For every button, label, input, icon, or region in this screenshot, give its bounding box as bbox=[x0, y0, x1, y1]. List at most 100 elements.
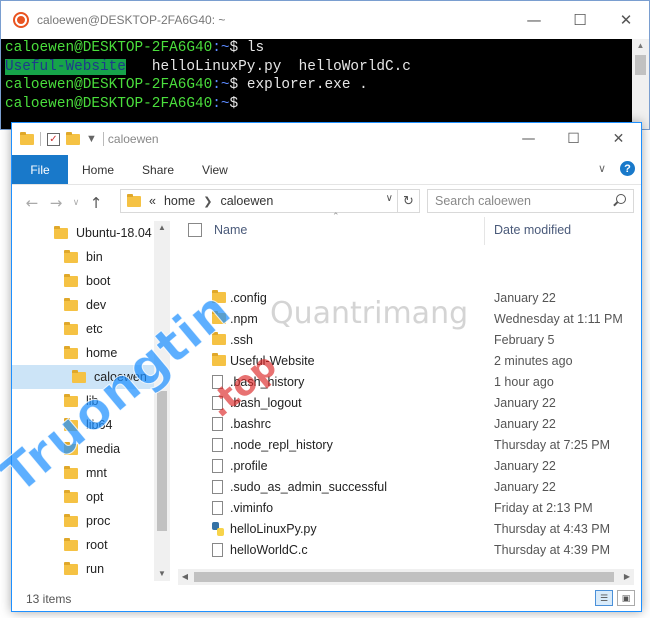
expand-ribbon-icon[interactable]: ∨ bbox=[598, 162, 606, 175]
help-icon[interactable]: ? bbox=[620, 161, 635, 176]
nav-item-mnt[interactable]: mnt bbox=[12, 461, 154, 485]
file-row[interactable]: .bash_history 1 hour ago bbox=[178, 371, 634, 392]
file-name: Useful-Website bbox=[230, 353, 315, 368]
column-header: ⌃ Name Date modified bbox=[178, 211, 634, 247]
tab-view[interactable]: View bbox=[188, 155, 242, 184]
refresh-icon[interactable]: ↻ bbox=[397, 190, 419, 212]
nav-item-run[interactable]: run bbox=[12, 557, 154, 581]
properties-icon[interactable]: ✓ bbox=[47, 132, 60, 146]
scroll-down-icon[interactable]: ▼ bbox=[154, 567, 170, 581]
file-row[interactable]: .npm Wednesday at 1:11 PM bbox=[178, 308, 634, 329]
file-row[interactable]: .profile January 22 bbox=[178, 455, 634, 476]
nav-item-root[interactable]: root bbox=[12, 533, 154, 557]
close-button[interactable]: ✕ bbox=[603, 1, 649, 39]
folder-icon bbox=[54, 225, 68, 239]
search-input[interactable]: Search caloewen bbox=[427, 189, 634, 213]
explorer-window[interactable]: ✓ ▼ caloewen — ☐ ✕ File Home Share View … bbox=[11, 122, 642, 612]
nav-item-lib[interactable]: lib bbox=[12, 389, 154, 413]
recent-locations-icon[interactable]: ∨ bbox=[68, 198, 84, 208]
nav-item-ubuntu[interactable]: Ubuntu-18.04 bbox=[12, 221, 154, 245]
up-icon[interactable]: ↑ bbox=[84, 194, 108, 212]
nav-item-media[interactable]: media bbox=[12, 437, 154, 461]
column-date-modified[interactable]: Date modified bbox=[494, 223, 571, 237]
terminal-line: caloewen@DESKTOP-2FA6G40:~$ explorer.exe… bbox=[5, 76, 645, 95]
file-row[interactable]: .viminfo Friday at 2:13 PM bbox=[178, 497, 634, 518]
scroll-thumb[interactable] bbox=[635, 55, 646, 75]
terminal-output[interactable]: caloewen@DESKTOP-2FA6G40:~$ ls Useful-We… bbox=[1, 39, 649, 113]
scroll-up-icon[interactable]: ▲ bbox=[154, 221, 170, 235]
terminal-scrollbar[interactable]: ▲ bbox=[632, 39, 649, 129]
ubuntu-icon bbox=[13, 12, 29, 28]
address-bar[interactable]: « home ❯ caloewen ∨ ↻ bbox=[120, 189, 420, 213]
nav-item-label: home bbox=[86, 346, 118, 360]
nav-item-boot[interactable]: boot bbox=[12, 269, 154, 293]
file-name: .config bbox=[230, 290, 267, 305]
navigation-pane[interactable]: Ubuntu-18.04 bin boot dev etc home caloe… bbox=[12, 221, 170, 581]
breadcrumb-item[interactable]: caloewen bbox=[220, 194, 273, 208]
prompt-char: $ bbox=[229, 77, 239, 93]
scroll-thumb[interactable] bbox=[194, 572, 614, 582]
nav-item-bin[interactable]: bin bbox=[12, 245, 154, 269]
minimize-button[interactable]: — bbox=[506, 123, 551, 155]
scroll-left-icon[interactable]: ◀ bbox=[178, 569, 192, 585]
back-icon[interactable]: ← bbox=[20, 194, 44, 212]
file-icon bbox=[212, 416, 223, 431]
file-row[interactable]: .bash_logout January 22 bbox=[178, 392, 634, 413]
prompt-path: :~ bbox=[212, 40, 230, 56]
forward-icon[interactable]: → bbox=[44, 194, 68, 212]
minimize-button[interactable]: — bbox=[511, 1, 557, 39]
file-icon bbox=[212, 437, 223, 452]
nav-item-proc[interactable]: proc bbox=[12, 509, 154, 533]
search-icon[interactable] bbox=[616, 194, 626, 204]
nav-item-opt[interactable]: opt bbox=[12, 485, 154, 509]
horizontal-scrollbar[interactable]: ◀ ▶ bbox=[178, 569, 634, 585]
scroll-up-icon[interactable]: ▲ bbox=[632, 39, 649, 53]
terminal-titlebar[interactable]: caloewen@DESKTOP-2FA6G40: ~ — ☐ ✕ bbox=[1, 1, 649, 39]
file-row[interactable]: .node_repl_history Thursday at 7:25 PM bbox=[178, 434, 634, 455]
nav-item-lib64[interactable]: lib64 bbox=[12, 413, 154, 437]
terminal-line: caloewen@DESKTOP-2FA6G40:~$ bbox=[5, 95, 645, 114]
folder-icon bbox=[212, 290, 226, 303]
nav-item-etc[interactable]: etc bbox=[12, 317, 154, 341]
breadcrumb-overflow[interactable]: « bbox=[149, 194, 156, 208]
scroll-thumb[interactable] bbox=[157, 391, 167, 531]
details-view-icon[interactable]: ☰ bbox=[595, 590, 613, 606]
file-row[interactable]: Useful-Website 2 minutes ago bbox=[178, 350, 634, 371]
prompt-char: $ bbox=[229, 95, 239, 112]
file-list[interactable]: ⌃ Name Date modified .config January 22 .n… bbox=[178, 211, 634, 578]
file-row[interactable]: .bashrc January 22 bbox=[178, 413, 634, 434]
file-row[interactable]: .config January 22 bbox=[178, 287, 634, 308]
column-divider[interactable] bbox=[484, 217, 485, 245]
customize-qat-icon[interactable]: ▼ bbox=[86, 133, 97, 145]
file-date: January 22 bbox=[494, 458, 556, 473]
item-count: 13 items bbox=[26, 592, 72, 606]
folder-icon bbox=[64, 537, 78, 551]
nav-item-caloewen[interactable]: caloewen bbox=[12, 365, 154, 389]
breadcrumb-item[interactable]: home bbox=[164, 194, 195, 208]
chevron-right-icon[interactable]: ❯ bbox=[203, 195, 212, 208]
maximize-button[interactable]: ☐ bbox=[557, 1, 603, 39]
select-all-checkbox[interactable] bbox=[188, 223, 202, 237]
scroll-right-icon[interactable]: ▶ bbox=[620, 569, 634, 585]
close-button[interactable]: ✕ bbox=[596, 123, 641, 155]
nav-item-home[interactable]: home bbox=[12, 341, 154, 365]
prompt-user: caloewen@DESKTOP-2FA6G40 bbox=[5, 77, 213, 93]
maximize-button[interactable]: ☐ bbox=[551, 123, 596, 155]
column-name[interactable]: Name bbox=[214, 223, 247, 237]
terminal-window[interactable]: caloewen@DESKTOP-2FA6G40: ~ — ☐ ✕ caloew… bbox=[0, 0, 650, 130]
folder-icon bbox=[64, 513, 78, 527]
tab-file[interactable]: File bbox=[12, 155, 68, 184]
tab-home[interactable]: Home bbox=[68, 155, 128, 184]
large-icons-view-icon[interactable]: ▣ bbox=[617, 590, 635, 606]
tab-share[interactable]: Share bbox=[128, 155, 188, 184]
nav-item-dev[interactable]: dev bbox=[12, 293, 154, 317]
nav-scrollbar[interactable]: ▲ ▼ bbox=[154, 221, 170, 581]
file-row[interactable]: .sudo_as_admin_successful January 22 bbox=[178, 476, 634, 497]
new-folder-icon[interactable] bbox=[66, 131, 80, 145]
file-row[interactable]: helloLinuxPy.py Thursday at 4:43 PM bbox=[178, 518, 634, 539]
file-row[interactable]: .ssh February 5 bbox=[178, 329, 634, 350]
chevron-down-icon[interactable]: ∨ bbox=[386, 193, 393, 204]
explorer-titlebar[interactable]: ✓ ▼ caloewen — ☐ ✕ bbox=[12, 123, 641, 155]
prompt-user: caloewen@DESKTOP-2FA6G40 bbox=[5, 40, 213, 56]
file-row[interactable]: helloWorldC.c Thursday at 4:39 PM bbox=[178, 539, 634, 560]
